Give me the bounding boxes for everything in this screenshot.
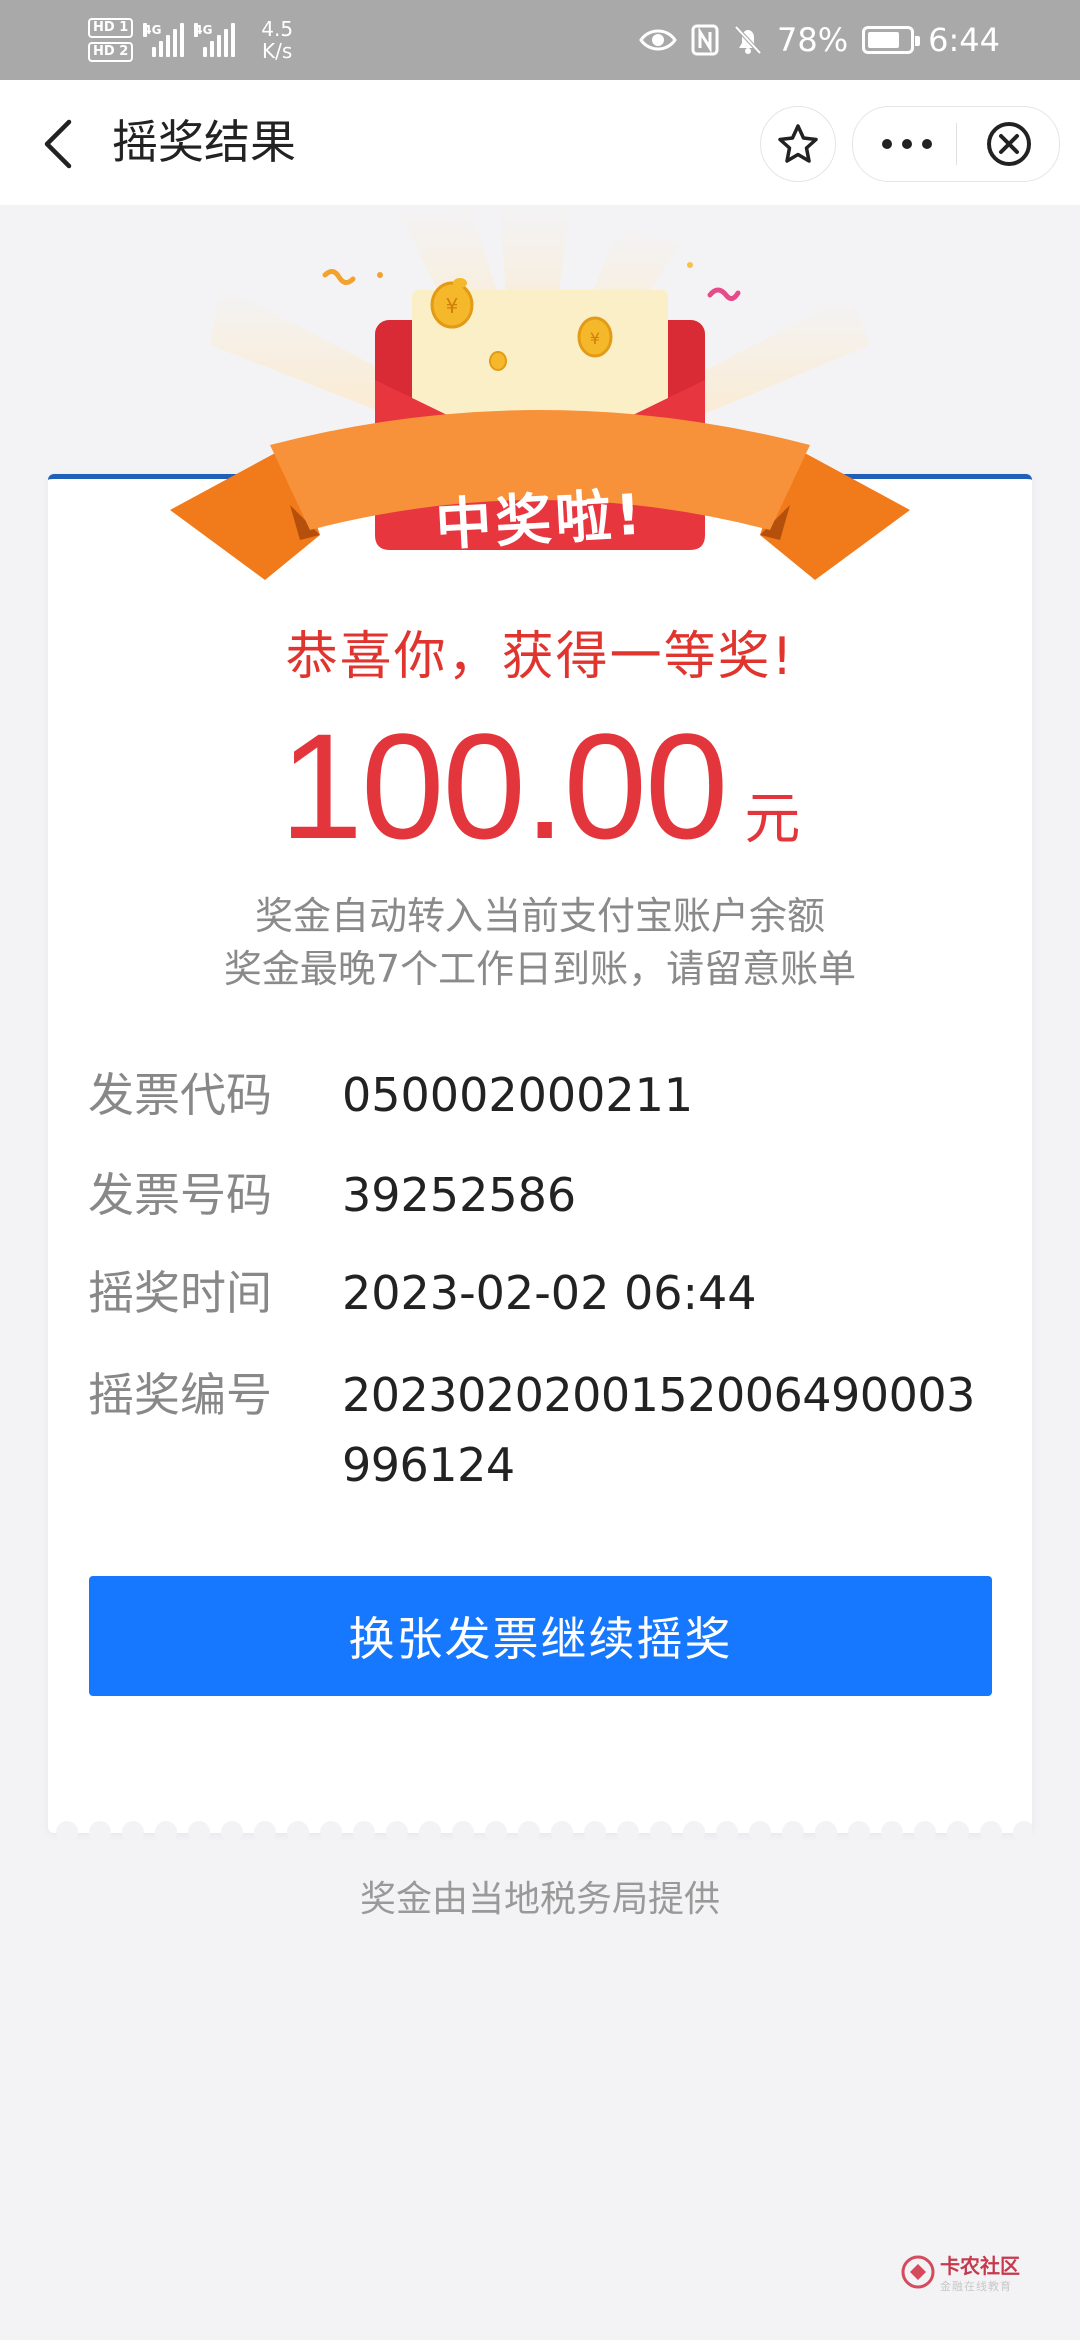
scallop-dot (386, 1821, 408, 1843)
scallop-dot (683, 1821, 705, 1843)
watermark-title: 卡农社区 (940, 2254, 1020, 2278)
scallop-dot (122, 1821, 144, 1843)
network-type-2: 4G (194, 23, 213, 37)
battery-fill (868, 32, 900, 48)
signal-1-icon: 4G (143, 23, 185, 57)
scallop-dot (980, 1821, 1002, 1843)
scallop-dot (188, 1821, 210, 1843)
nfc-icon (691, 24, 719, 56)
close-button[interactable] (973, 115, 1045, 173)
coin-icon (453, 278, 467, 288)
net-speed-value: 4.5 (261, 17, 294, 41)
more-button[interactable] (871, 115, 943, 173)
scallop-dot (617, 1821, 639, 1843)
watermark: 卡农社区 金融在线教育 (900, 2250, 1050, 2300)
star-outline-icon (778, 124, 818, 163)
coin-icon: ¥ (430, 281, 474, 329)
scallop-dot (749, 1821, 771, 1843)
svg-text:¥: ¥ (590, 329, 600, 348)
amount-unit: 元 (744, 787, 801, 852)
detail-value: 2023020200152006490003996124 (342, 1368, 975, 1492)
watermark-logo-icon (901, 2255, 935, 2289)
status-bar: HD 1 HD 2 4G 4G 4.5 K/s 78% 6:44 (0, 0, 1080, 80)
scallop-dot (221, 1821, 243, 1843)
capsule-divider (956, 123, 957, 165)
scallop-dot (56, 1821, 78, 1843)
detail-value: 050002000211 (342, 1068, 694, 1122)
footer-note: 奖金由当地税务局提供 (359, 1879, 720, 1920)
scallop-dot (485, 1821, 507, 1843)
scallop-dot (155, 1821, 177, 1843)
prize-note-line2: 奖金最晚7个工作日到账，请留意账单 (223, 947, 857, 991)
back-button[interactable] (30, 116, 86, 172)
scallop-dot (419, 1821, 441, 1843)
scallop-dot (1013, 1821, 1032, 1843)
confetti (322, 269, 356, 285)
favorite-button[interactable] (760, 106, 836, 182)
detail-value: 2023-02-02 06:44 (342, 1266, 757, 1320)
bell-off-icon (734, 25, 762, 55)
page-title: 摇奖结果 (112, 115, 296, 169)
clock: 6:44 (928, 21, 1000, 59)
coin-icon: ¥ (577, 316, 613, 358)
scallop-dot (881, 1821, 903, 1843)
network-type-1: 4G (143, 23, 162, 37)
scallop-dot (518, 1821, 540, 1843)
detail-value: 39252586 (342, 1168, 577, 1222)
chevron-left-icon (44, 119, 72, 169)
status-right: 78% 6:44 (639, 0, 1000, 80)
detail-label: 摇奖时间 (88, 1266, 272, 1320)
scallop-dot (716, 1821, 738, 1843)
scallop-dot (353, 1821, 375, 1843)
battery-percent: 78% (777, 21, 849, 59)
battery-icon (862, 26, 921, 54)
scallop-dot (650, 1821, 672, 1843)
detail-label: 摇奖编号 (88, 1368, 272, 1422)
scallop-dot (947, 1821, 969, 1843)
scallop-dot (254, 1821, 276, 1843)
close-circle-icon (987, 122, 1031, 166)
scallop-dot (914, 1821, 936, 1843)
signal-2-icon: 4G (194, 23, 236, 57)
detail-label: 发票代码 (88, 1068, 272, 1122)
scallop-dot (815, 1821, 837, 1843)
scallop-dot (320, 1821, 342, 1843)
net-speed: 4.5 K/s (261, 18, 293, 62)
hd1-badge: HD 1 (88, 18, 134, 38)
hd2-badge: HD 2 (88, 42, 134, 62)
coin-icon (489, 351, 507, 371)
confetti (377, 272, 383, 278)
scallop-dot (584, 1821, 606, 1843)
nav-bar: 摇奖结果 (0, 80, 1080, 205)
hd-indicators: HD 1 HD 2 (88, 18, 134, 62)
card-scallop-edge (48, 1821, 1032, 1843)
watermark-subtitle: 金融在线教育 (940, 2280, 1012, 2293)
scallop-dot (452, 1821, 474, 1843)
scallop-dot (287, 1821, 309, 1843)
more-dots-icon (882, 139, 932, 149)
mini-app-capsule (852, 106, 1060, 182)
redraw-button[interactable]: 换张发票继续摇奖 (89, 1576, 992, 1696)
eye-icon (639, 29, 677, 51)
svg-text:¥: ¥ (446, 294, 459, 318)
net-speed-unit: K/s (262, 39, 293, 63)
scallop-dot (89, 1821, 111, 1843)
prize-amount: 100.00 元 (0, 700, 1080, 873)
confetti (687, 262, 693, 268)
scallop-dot (551, 1821, 573, 1843)
scallop-dot (848, 1821, 870, 1843)
result-headline: 恭喜你，获得一等奖! (285, 627, 795, 687)
confetti (707, 287, 741, 301)
prize-note-line1: 奖金自动转入当前支付宝账户余额 (254, 894, 825, 938)
amount-value: 100.00 (279, 702, 729, 870)
scallop-dot (782, 1821, 804, 1843)
detail-label: 发票号码 (88, 1168, 272, 1222)
status-left: HD 1 HD 2 4G 4G 4.5 K/s (88, 10, 293, 70)
